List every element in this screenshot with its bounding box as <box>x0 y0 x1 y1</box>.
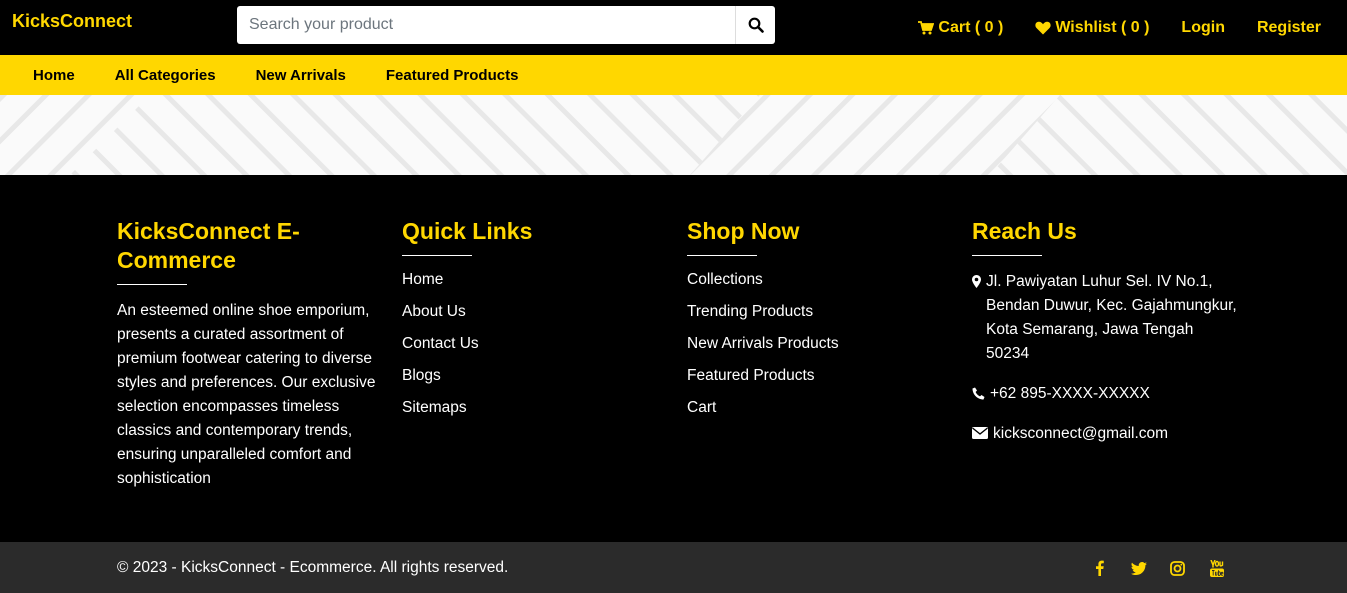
header-links: Cart ( 0 ) Wishlist ( 0 ) Login Register <box>918 0 1347 55</box>
footer-link-collections[interactable]: Collections <box>687 264 952 296</box>
search-button[interactable] <box>735 6 775 44</box>
twitter-icon <box>1130 561 1147 575</box>
login-link[interactable]: Login <box>1181 19 1225 37</box>
footer-reach-us: Reach Us Jl. Pawiyatan Luhur Sel. IV No.… <box>972 217 1237 462</box>
diagonal-pattern <box>0 95 1347 175</box>
footer-link-home[interactable]: Home <box>402 264 667 296</box>
social-links <box>1089 559 1227 577</box>
instagram-icon <box>1170 560 1185 576</box>
heart-icon <box>1035 21 1051 34</box>
footer-link-trending-products[interactable]: Trending Products <box>687 296 952 328</box>
nav-item-new-arrivals[interactable]: New Arrivals <box>256 67 346 84</box>
title-underline <box>972 255 1042 256</box>
facebook-link[interactable] <box>1089 559 1110 577</box>
nav-item-featured-products[interactable]: Featured Products <box>386 67 519 84</box>
title-underline <box>117 284 187 285</box>
search-input[interactable] <box>237 6 735 44</box>
top-header: KicksConnect Cart ( 0 ) Wishlist ( 0 ) <box>0 0 1347 55</box>
footer-link-featured-products[interactable]: Featured Products <box>687 360 952 392</box>
search-bar <box>237 6 775 44</box>
cart-icon <box>918 20 935 34</box>
cart-link[interactable]: Cart ( 0 ) <box>918 19 1003 37</box>
footer-link-cart[interactable]: Cart <box>687 392 952 424</box>
email-text[interactable]: kicksconnect@gmail.com <box>993 422 1168 446</box>
address-row: Jl. Pawiyatan Luhur Sel. IV No.1, Bendan… <box>972 270 1237 366</box>
cart-label: Cart ( 0 ) <box>938 18 1004 36</box>
email-row: kicksconnect@gmail.com <box>972 422 1237 446</box>
instagram-link[interactable] <box>1167 559 1188 577</box>
copyright-bar: © 2023 - KicksConnect - Ecommerce. All r… <box>0 542 1347 593</box>
address-text: Jl. Pawiyatan Luhur Sel. IV No.1, Bendan… <box>986 273 1237 362</box>
search-icon <box>748 17 764 33</box>
title-underline <box>402 255 472 256</box>
footer-quick-links: Quick Links Home About Us Contact Us Blo… <box>402 217 667 430</box>
footer-about: KicksConnect E-Commerce An esteemed onli… <box>117 217 379 491</box>
quick-links-title: Quick Links <box>402 218 533 244</box>
main-nav: Home All Categories New Arrivals Feature… <box>0 55 1347 95</box>
footer-link-blogs[interactable]: Blogs <box>402 360 667 392</box>
wishlist-link[interactable]: Wishlist ( 0 ) <box>1035 19 1149 37</box>
footer-shop-now: Shop Now Collections Trending Products N… <box>687 217 952 430</box>
pattern-banner <box>0 95 1347 175</box>
footer-link-sitemaps[interactable]: Sitemaps <box>402 392 667 424</box>
footer-link-about-us[interactable]: About Us <box>402 296 667 328</box>
youtube-icon <box>1209 559 1224 577</box>
nav-item-home[interactable]: Home <box>33 67 75 84</box>
brand-logo[interactable]: KicksConnect <box>12 11 132 32</box>
footer-link-contact-us[interactable]: Contact Us <box>402 328 667 360</box>
facebook-icon <box>1096 560 1104 576</box>
envelope-icon <box>972 427 988 439</box>
phone-row: +62 895-XXXX-XXXXX <box>972 382 1237 406</box>
about-title: KicksConnect E-Commerce <box>117 218 300 273</box>
copyright-text: © 2023 - KicksConnect - Ecommerce. All r… <box>117 559 509 576</box>
wishlist-label: Wishlist ( 0 ) <box>1055 18 1150 36</box>
map-marker-icon <box>972 275 981 288</box>
phone-text: +62 895-XXXX-XXXXX <box>990 385 1150 402</box>
register-link[interactable]: Register <box>1257 19 1321 37</box>
about-text: An esteemed online shoe emporium, presen… <box>117 302 376 487</box>
twitter-link[interactable] <box>1128 559 1149 577</box>
youtube-link[interactable] <box>1206 559 1227 577</box>
reach-us-title: Reach Us <box>972 218 1077 244</box>
footer-link-new-arrivals-products[interactable]: New Arrivals Products <box>687 328 952 360</box>
phone-icon <box>972 387 985 400</box>
shop-now-title: Shop Now <box>687 218 800 244</box>
footer: KicksConnect E-Commerce An esteemed onli… <box>0 175 1347 542</box>
nav-item-all-categories[interactable]: All Categories <box>115 67 216 84</box>
title-underline <box>687 255 757 256</box>
